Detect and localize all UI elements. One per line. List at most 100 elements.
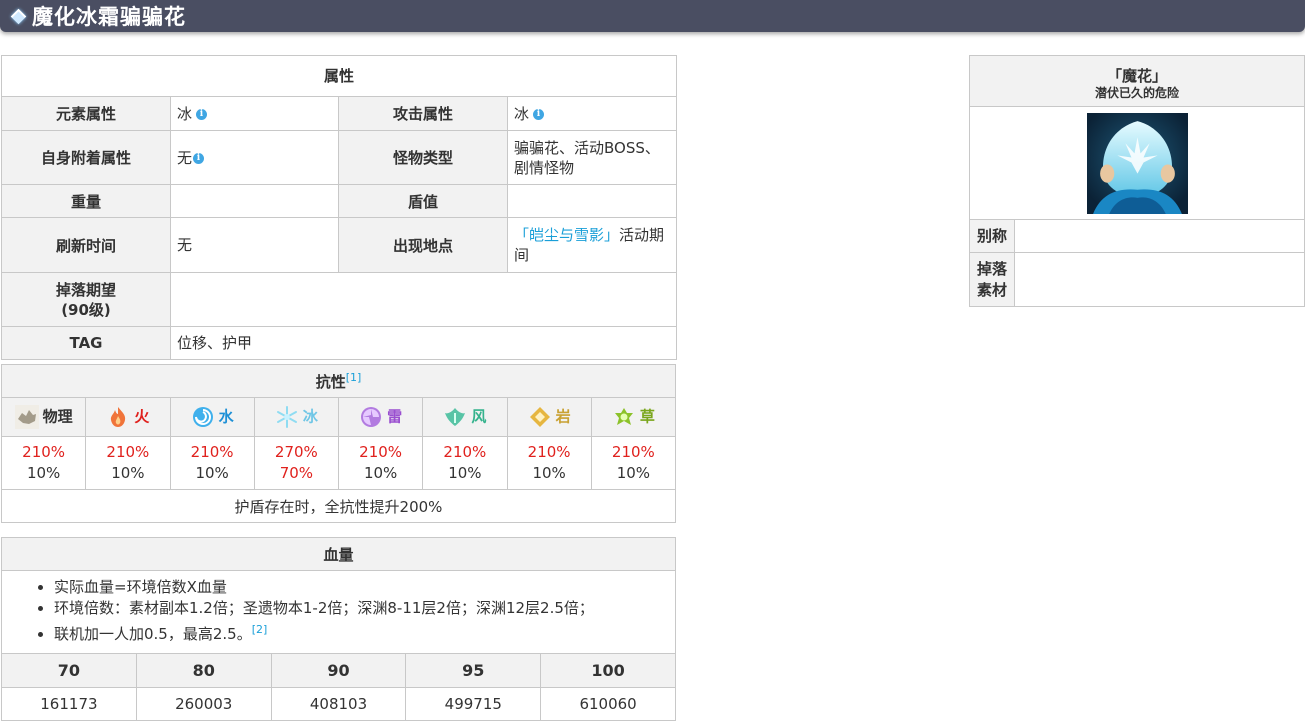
resistance-element-anemo: 风 <box>422 397 508 437</box>
element-label: 岩 <box>555 407 571 426</box>
resistance-base-value: 10% <box>448 464 482 482</box>
info-icon[interactable]: i <box>533 108 545 120</box>
list-item: 实际血量=环境倍数X血量 <box>54 577 675 598</box>
hp-value: 161173 <box>1 687 137 721</box>
resistance-base-value: 10% <box>26 464 61 482</box>
attr-value-self-aura: 无i <box>170 130 339 185</box>
infobox-title: 「魔花」 潜伏已久的危险 <box>969 55 1305 107</box>
diamond-icon <box>10 8 27 24</box>
resistance-value-cell: 210% 10% <box>169 436 255 490</box>
resistance-shielded-value: 210% <box>106 443 150 461</box>
attribute-caption: 属性 <box>0 55 678 97</box>
resistance-shielded-value: 210% <box>527 443 571 461</box>
page-title: 魔化冰霜骗骗花 <box>32 5 186 29</box>
attr-label-element: 元素属性 <box>1 96 171 131</box>
resistance-element-physical: 物理 <box>0 397 87 437</box>
cryo-icon <box>275 405 299 429</box>
drops-label: 掉落 素材 <box>969 252 1015 307</box>
attr-value-weight <box>170 184 339 218</box>
list-item: 环境倍数：素材副本1.2倍；圣遗物本1-2倍；深渊8-11层2倍；深渊12层2.… <box>54 598 675 619</box>
element-label: 火 <box>134 407 150 426</box>
hp-level-header: 80 <box>135 653 272 688</box>
attr-value-monster-type: 骗骗花、活动BOSS、剧情怪物 <box>506 130 678 185</box>
resistance-base-value: 10% <box>195 464 229 482</box>
attr-label-attack: 攻击属性 <box>338 96 508 131</box>
hp-value: 408103 <box>270 687 407 721</box>
attr-value-respawn: 无 <box>170 217 339 273</box>
footnote-link[interactable]: [2] <box>252 623 268 636</box>
attr-label-self-aura: 自身附着属性 <box>1 130 171 185</box>
attr-value-drop-expect <box>169 272 678 327</box>
resistance-element-hydro: 水 <box>169 397 255 437</box>
monster-portrait-icon[interactable] <box>1086 112 1188 214</box>
hp-level-header: 100 <box>540 653 676 688</box>
resistance-value-cell: 210% 10% <box>590 436 677 490</box>
resistance-table: 抗性[1] 物理 火 水 冰 雷 风 岩 草 210% 10% 210% 10% 210% 10% 270… <box>0 364 677 523</box>
event-link[interactable]: 「皑尘与雪影」 <box>514 226 619 244</box>
attr-label-weight: 重量 <box>1 184 171 218</box>
drops-value <box>1014 252 1305 307</box>
resistance-element-pyro: 火 <box>85 397 171 437</box>
hp-level-header: 90 <box>270 653 407 688</box>
resistance-value-cell: 210% 10% <box>506 436 592 490</box>
resistance-base-value: 10% <box>616 464 651 482</box>
resistance-value-cell: 210% 10% <box>85 436 171 490</box>
physical-icon <box>14 405 39 429</box>
dendro-icon <box>612 405 636 429</box>
hp-value: 499715 <box>405 687 542 721</box>
hp-level-header: 95 <box>405 653 542 688</box>
resistance-value-cell: 210% 10% <box>422 436 508 490</box>
resistance-shielded-value: 210% <box>611 443 655 461</box>
pyro-icon <box>106 405 130 429</box>
resistance-element-cryo: 冰 <box>253 397 340 437</box>
anemo-icon <box>443 405 467 429</box>
attr-label-monster-type: 怪物类型 <box>338 130 508 185</box>
element-label: 风 <box>471 407 487 426</box>
alias-value <box>1014 219 1305 253</box>
attr-value-location: 「皑尘与雪影」活动期间 <box>506 217 678 273</box>
list-item: 联机加一人加0.5，最高2.5。[2] <box>54 619 675 645</box>
info-icon[interactable]: i <box>196 108 208 120</box>
attr-label-drop-expect: 掉落期望 (90级) <box>1 272 171 327</box>
element-label: 水 <box>218 407 234 426</box>
footnote-link[interactable]: [1] <box>346 371 362 384</box>
resistance-base-value: 10% <box>363 464 398 482</box>
resistance-title: 抗性[1] <box>1 364 676 398</box>
element-label: 物理 <box>42 407 73 426</box>
attr-label-respawn: 刷新时间 <box>1 217 171 273</box>
attr-value-element: 冰i <box>170 96 339 131</box>
resistance-element-electro: 雷 <box>337 397 424 437</box>
element-label: 草 <box>639 407 655 426</box>
attr-label-shield: 盾值 <box>338 184 508 218</box>
resistance-shielded-value: 210% <box>22 443 66 461</box>
resistance-shielded-value: 270% <box>274 443 318 461</box>
hydro-icon <box>191 405 215 429</box>
page-header: 魔化冰霜骗骗花 <box>0 0 1305 32</box>
resistance-element-dendro: 草 <box>590 397 677 437</box>
attr-value-attack: 冰i <box>506 96 678 131</box>
resistance-shielded-value: 210% <box>359 443 403 461</box>
resistance-element-geo: 岩 <box>506 397 592 437</box>
resistance-value-cell: 210% 10% <box>0 436 87 490</box>
attr-value-shield <box>506 184 678 218</box>
electro-icon <box>359 405 383 429</box>
resistance-value-cell: 270% 70% <box>253 436 340 490</box>
resistance-shielded-value: 210% <box>443 443 487 461</box>
hp-value: 610060 <box>540 687 676 721</box>
resistance-shielded-value: 210% <box>190 443 234 461</box>
portrait-cell <box>969 106 1305 220</box>
infobox-subtitle: 潜伏已久的危险 <box>1094 85 1179 100</box>
attr-label-tag: TAG <box>1 326 171 360</box>
attr-label-location: 出现地点 <box>338 217 508 273</box>
alias-label: 别称 <box>969 219 1015 253</box>
infobox-name: 「魔花」 <box>1106 66 1167 85</box>
resistance-base-value: 70% <box>279 464 314 482</box>
resistance-base-value: 10% <box>111 464 145 482</box>
info-icon[interactable]: i <box>193 152 205 164</box>
hp-table: 血量 实际血量=环境倍数X血量 环境倍数：素材副本1.2倍；圣遗物本1-2倍；深… <box>1 537 676 721</box>
attribute-table: 属性 元素属性 冰i 攻击属性 冰i 自身附着属性 无i 怪物类型 骗骗花、活动… <box>0 55 678 360</box>
resistance-value-cell: 210% 10% <box>337 436 424 490</box>
monster-infobox: 「魔花」 潜伏已久的危险 别称 掉落 素材 <box>969 55 1305 307</box>
hp-value: 260003 <box>135 687 272 721</box>
hp-notes: 实际血量=环境倍数X血量 环境倍数：素材副本1.2倍；圣遗物本1-2倍；深渊8-… <box>1 570 676 654</box>
